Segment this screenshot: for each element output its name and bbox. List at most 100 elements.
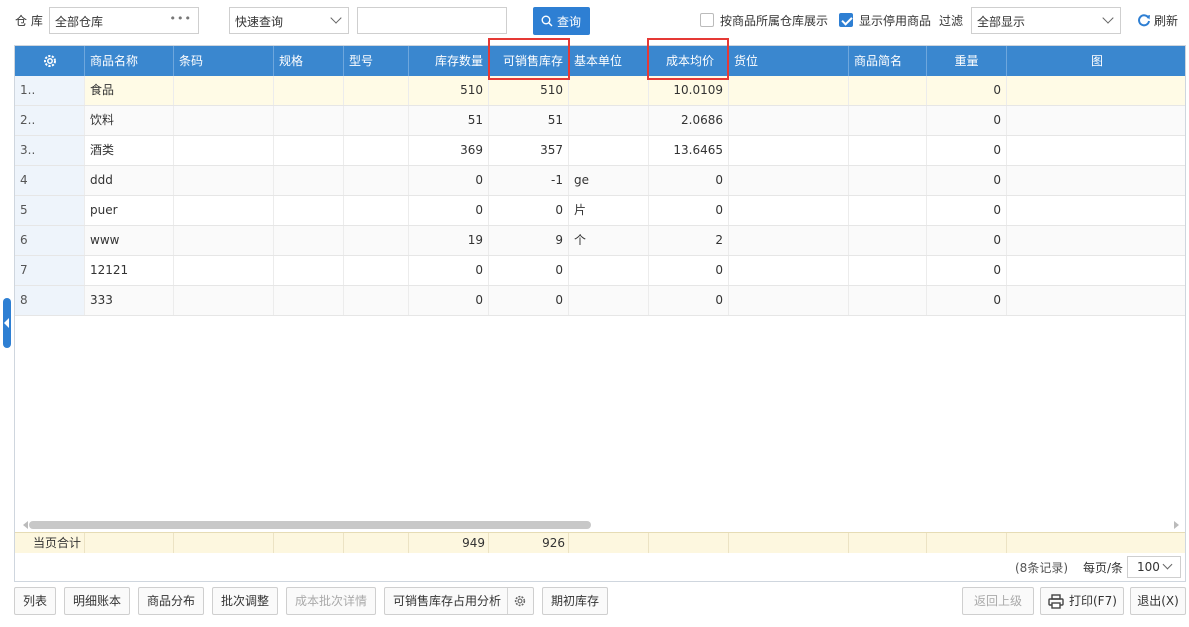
cell-image[interactable] xyxy=(1007,256,1185,285)
col-barcode[interactable]: 条码 xyxy=(174,46,274,76)
cell-name[interactable]: 饮料 xyxy=(85,106,174,135)
row-index[interactable]: 2.. xyxy=(15,106,85,135)
scrollbar-thumb[interactable] xyxy=(29,521,591,529)
cell-model[interactable] xyxy=(344,76,409,105)
cell-cost[interactable]: 0 xyxy=(649,256,729,285)
per-page-select[interactable]: 100 xyxy=(1127,556,1181,578)
cell-image[interactable] xyxy=(1007,106,1185,135)
cell-cost[interactable]: 10.0109 xyxy=(649,76,729,105)
cell-short-name[interactable] xyxy=(849,136,927,165)
cell-sellable[interactable]: 357 xyxy=(489,136,569,165)
cell-cost[interactable]: 2 xyxy=(649,226,729,255)
cell-model[interactable] xyxy=(344,166,409,195)
show-disabled-checkbox[interactable] xyxy=(839,13,853,27)
cell-model[interactable] xyxy=(344,256,409,285)
cell-unit[interactable] xyxy=(569,286,649,315)
cell-short-name[interactable] xyxy=(849,166,927,195)
cell-qty[interactable]: 510 xyxy=(409,76,489,105)
row-index[interactable]: 3.. xyxy=(15,136,85,165)
cell-name[interactable]: 12121 xyxy=(85,256,174,285)
row-index[interactable]: 6 xyxy=(15,226,85,255)
distribution-button[interactable]: 商品分布 xyxy=(138,587,204,615)
cell-qty[interactable]: 0 xyxy=(409,286,489,315)
cell-image[interactable] xyxy=(1007,166,1185,195)
row-index[interactable]: 1.. xyxy=(15,76,85,105)
cell-weight[interactable]: 0 xyxy=(927,226,1007,255)
cell-location[interactable] xyxy=(729,196,849,225)
cell-spec[interactable] xyxy=(274,256,344,285)
filter-select[interactable]: 全部显示 xyxy=(971,7,1121,34)
cell-barcode[interactable] xyxy=(174,166,274,195)
cell-name[interactable]: www xyxy=(85,226,174,255)
table-row[interactable]: 1.. 食品 510 510 10.0109 0 xyxy=(15,76,1185,106)
cell-barcode[interactable] xyxy=(174,136,274,165)
cell-barcode[interactable] xyxy=(174,196,274,225)
cell-qty[interactable]: 0 xyxy=(409,166,489,195)
column-settings[interactable] xyxy=(15,46,85,76)
cell-unit[interactable]: 片 xyxy=(569,196,649,225)
row-index[interactable]: 5 xyxy=(15,196,85,225)
cell-barcode[interactable] xyxy=(174,106,274,135)
cell-name[interactable]: 食品 xyxy=(85,76,174,105)
table-row[interactable]: 5 puer 0 0 片 0 0 xyxy=(15,196,1185,226)
cell-spec[interactable] xyxy=(274,76,344,105)
col-unit[interactable]: 基本单位 xyxy=(569,46,649,76)
cost-batch-button[interactable]: 成本批次详情 xyxy=(286,587,376,615)
cell-location[interactable] xyxy=(729,256,849,285)
initial-stock-button[interactable]: 期初库存 xyxy=(542,587,608,615)
cell-cost[interactable]: 0 xyxy=(649,286,729,315)
cell-qty[interactable]: 19 xyxy=(409,226,489,255)
cell-sellable[interactable]: 0 xyxy=(489,256,569,285)
cell-image[interactable] xyxy=(1007,76,1185,105)
cell-model[interactable] xyxy=(344,106,409,135)
col-qty[interactable]: 库存数量 xyxy=(409,46,489,76)
col-image[interactable]: 图 xyxy=(1007,46,1185,76)
scroll-left-icon[interactable] xyxy=(23,521,28,529)
gear-icon[interactable] xyxy=(513,594,527,608)
print-button[interactable]: 打印(F7) xyxy=(1040,587,1124,615)
cell-weight[interactable]: 0 xyxy=(927,166,1007,195)
cell-spec[interactable] xyxy=(274,136,344,165)
cell-short-name[interactable] xyxy=(849,196,927,225)
cell-sellable[interactable]: 9 xyxy=(489,226,569,255)
table-row[interactable]: 8 333 0 0 0 0 xyxy=(15,286,1185,316)
col-spec[interactable]: 规格 xyxy=(274,46,344,76)
cell-location[interactable] xyxy=(729,286,849,315)
cell-location[interactable] xyxy=(729,226,849,255)
search-input[interactable] xyxy=(357,7,507,34)
row-index[interactable]: 8 xyxy=(15,286,85,315)
cell-unit[interactable] xyxy=(569,136,649,165)
cell-image[interactable] xyxy=(1007,226,1185,255)
cell-weight[interactable]: 0 xyxy=(927,76,1007,105)
cell-short-name[interactable] xyxy=(849,76,927,105)
cell-unit[interactable] xyxy=(569,256,649,285)
cell-qty[interactable]: 369 xyxy=(409,136,489,165)
cell-unit[interactable]: 个 xyxy=(569,226,649,255)
col-weight[interactable]: 重量 xyxy=(927,46,1007,76)
cell-spec[interactable] xyxy=(274,286,344,315)
scroll-right-icon[interactable] xyxy=(1174,521,1179,529)
cell-model[interactable] xyxy=(344,196,409,225)
cell-image[interactable] xyxy=(1007,286,1185,315)
cell-unit[interactable] xyxy=(569,106,649,135)
list-button[interactable]: 列表 xyxy=(14,587,56,615)
cell-sellable[interactable]: 0 xyxy=(489,196,569,225)
cell-image[interactable] xyxy=(1007,196,1185,225)
cell-qty[interactable]: 51 xyxy=(409,106,489,135)
cell-name[interactable]: 酒类 xyxy=(85,136,174,165)
cell-spec[interactable] xyxy=(274,166,344,195)
cell-weight[interactable]: 0 xyxy=(927,286,1007,315)
cell-qty[interactable]: 0 xyxy=(409,256,489,285)
cell-sellable[interactable]: 51 xyxy=(489,106,569,135)
cell-weight[interactable]: 0 xyxy=(927,106,1007,135)
cell-location[interactable] xyxy=(729,106,849,135)
cell-name[interactable]: puer xyxy=(85,196,174,225)
cell-unit[interactable]: ge xyxy=(569,166,649,195)
cell-model[interactable] xyxy=(344,226,409,255)
col-model[interactable]: 型号 xyxy=(344,46,409,76)
by-warehouse-checkbox[interactable] xyxy=(700,13,714,27)
cell-location[interactable] xyxy=(729,76,849,105)
cell-short-name[interactable] xyxy=(849,226,927,255)
sellable-analysis-button[interactable]: 可销售库存占用分析 xyxy=(384,587,534,615)
cell-weight[interactable]: 0 xyxy=(927,256,1007,285)
